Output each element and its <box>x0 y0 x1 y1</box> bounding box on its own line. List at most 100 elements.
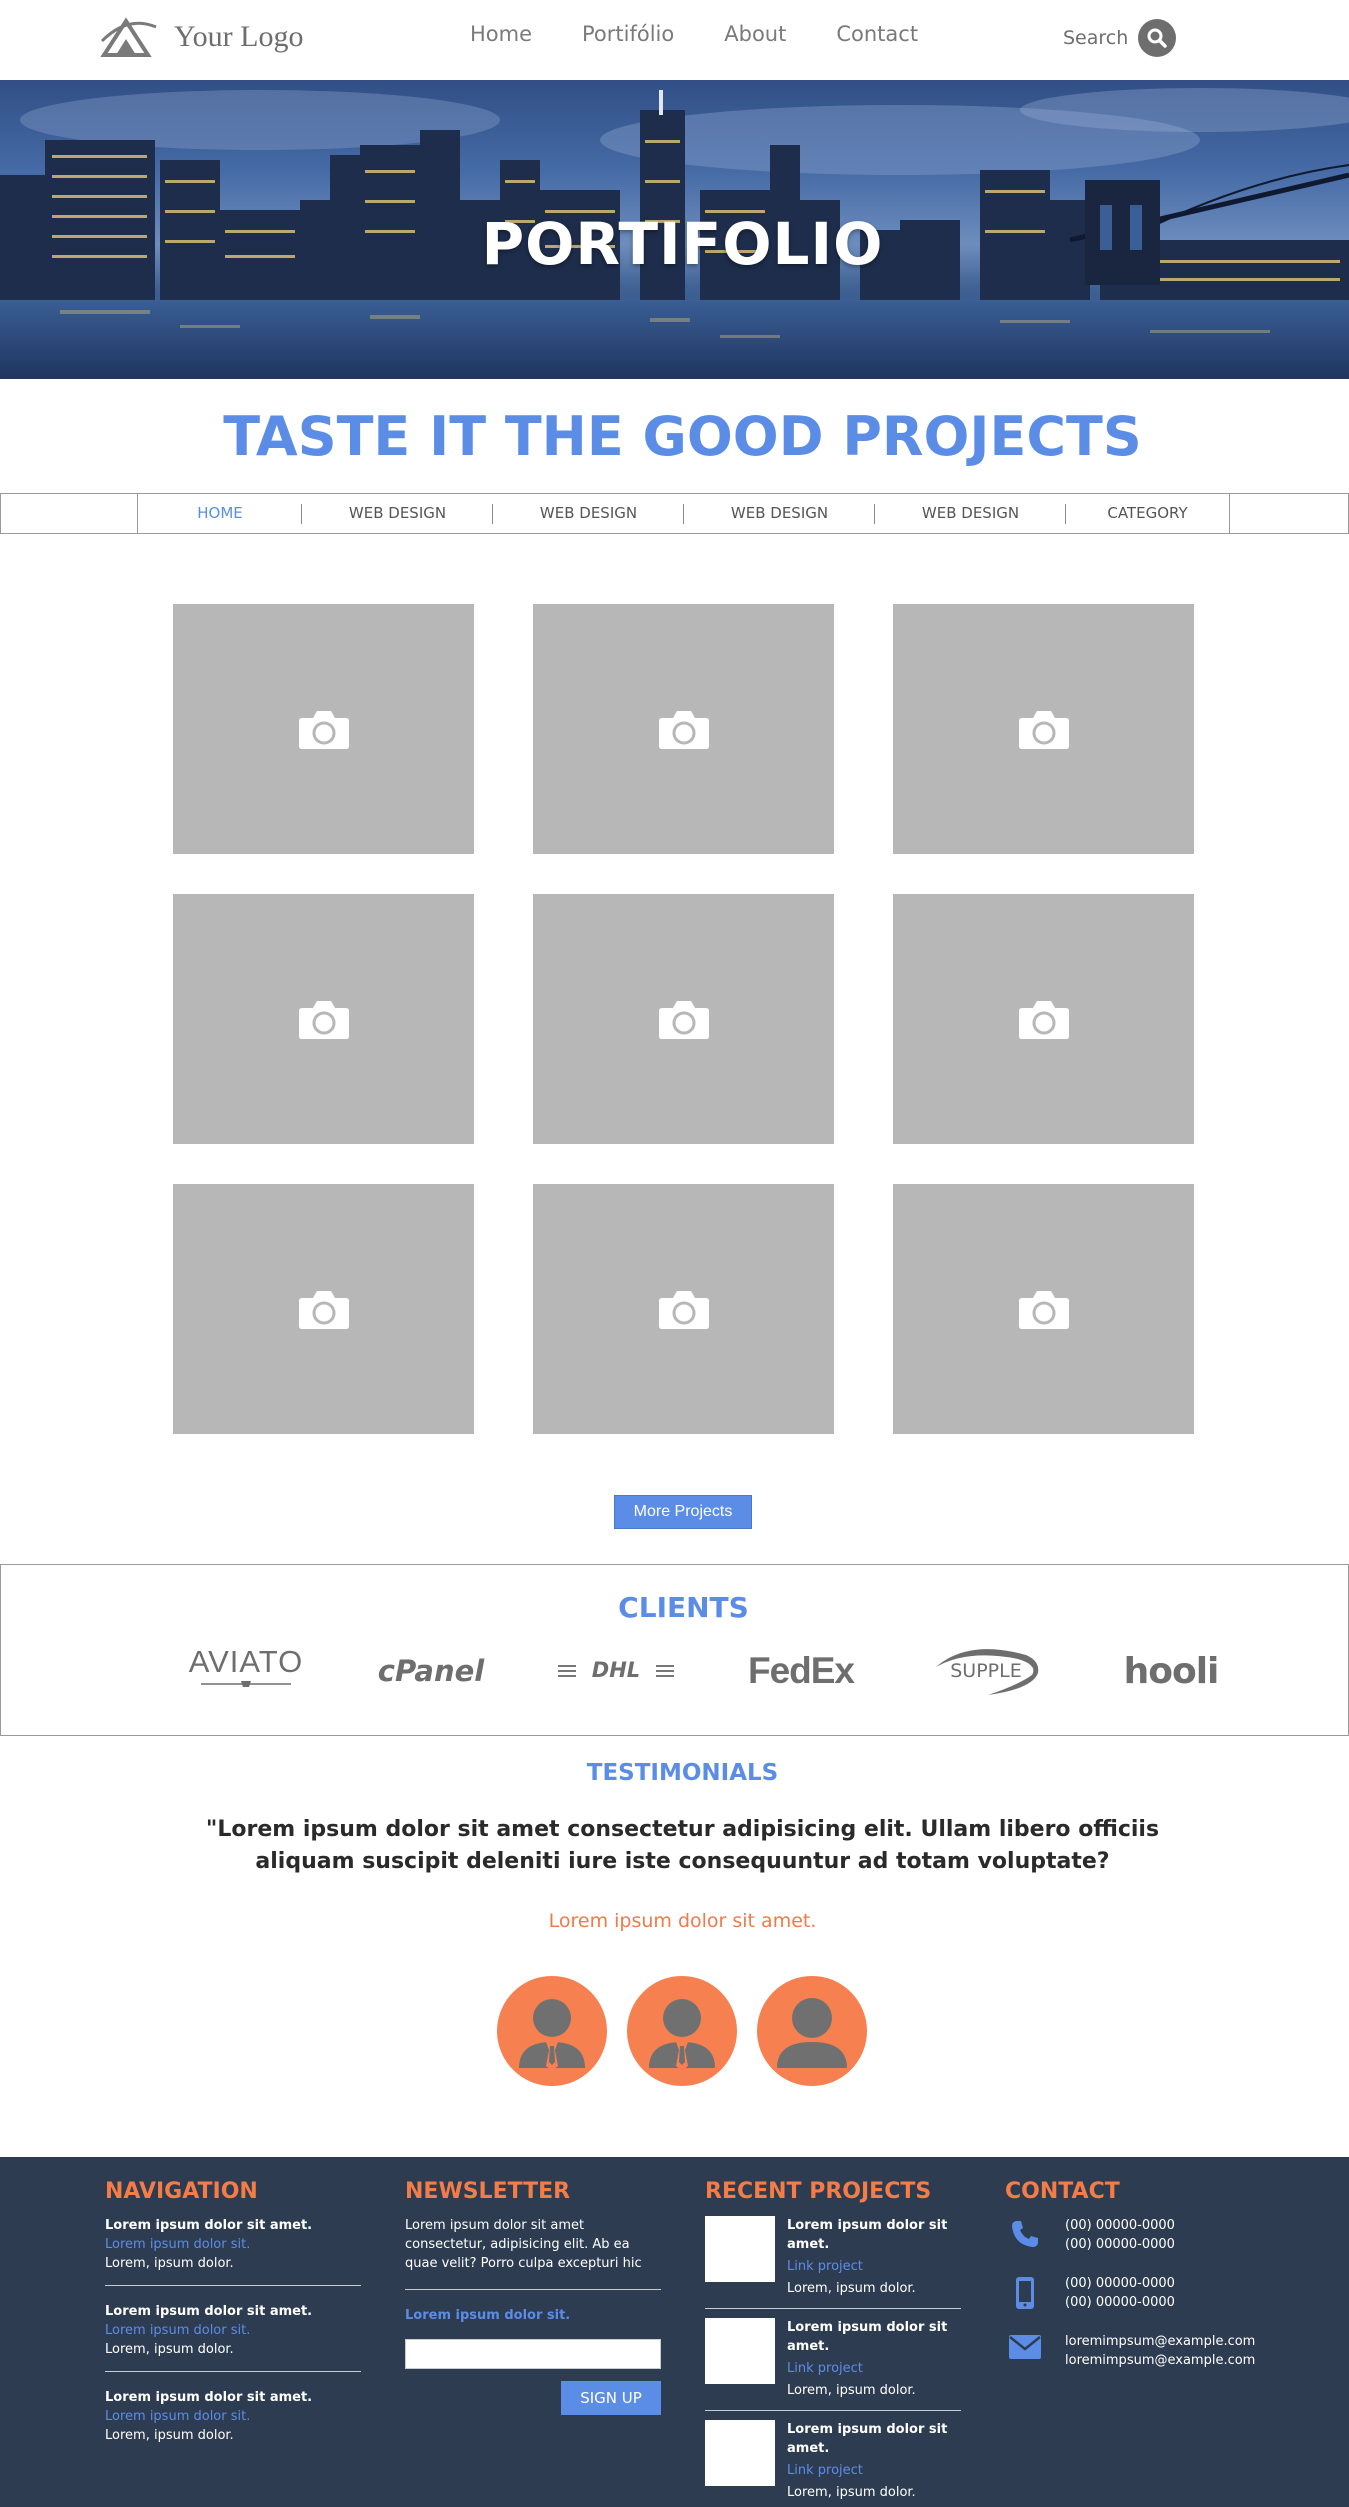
project-tile[interactable] <box>893 894 1194 1144</box>
camera-icon <box>298 1001 349 1039</box>
avatar[interactable] <box>757 1976 867 2086</box>
camera-icon <box>1018 711 1069 749</box>
recent-project-link[interactable]: Link project <box>787 2461 961 2480</box>
client-logo-cpanel[interactable]: cPanel <box>371 1645 491 1697</box>
avatar[interactable] <box>627 1976 737 2086</box>
hero-title: PORTIFOLIO <box>481 210 884 278</box>
newsletter-link[interactable]: Lorem ipsum dolor sit. <box>405 2308 661 2323</box>
nav-portfolio[interactable]: Portifólio <box>582 22 674 46</box>
footer-nav-text: Lorem, ipsum dolor. <box>105 2428 234 2443</box>
project-thumbnail[interactable] <box>705 2420 775 2486</box>
page: Your Logo Home Portifólio About Contact … <box>0 0 1349 2507</box>
project-thumbnail[interactable] <box>705 2318 775 2384</box>
recent-project-item[interactable]: Lorem ipsum dolor sit amet. Link project… <box>705 2420 961 2507</box>
project-tile[interactable] <box>173 894 474 1144</box>
header: Your Logo Home Portifólio About Contact … <box>0 0 1349 80</box>
category-web-design-4[interactable]: WEB DESIGN <box>875 493 1066 532</box>
person-icon <box>649 1999 715 2071</box>
footer-navigation-title: NAVIGATION <box>105 2179 258 2204</box>
contact-phone-line: (00) 00000-0000 <box>1065 2218 1175 2233</box>
airplane-icon <box>201 1681 291 1687</box>
newsletter-email-input[interactable] <box>405 2339 661 2369</box>
person-icon <box>777 1998 847 2068</box>
more-projects-button[interactable]: More Projects <box>614 1495 752 1529</box>
logo[interactable]: Your Logo <box>100 14 320 60</box>
category-label: WEB DESIGN <box>921 503 1020 522</box>
footer-nav-link[interactable]: Lorem ipsum dolor sit. <box>105 2321 361 2340</box>
recent-project-link[interactable]: Link project <box>787 2359 961 2378</box>
category-web-design-1[interactable]: WEB DESIGN <box>302 493 493 532</box>
camera-icon <box>1018 1291 1069 1329</box>
recent-project-item[interactable]: Lorem ipsum dolor sit amet. Link project… <box>705 2216 961 2309</box>
category-label: CATEGORY <box>1107 503 1188 522</box>
client-logo-text: SUPPLE <box>950 1660 1022 1682</box>
contact-email-line[interactable]: loremimpsum@example.com <box>1065 2332 1255 2351</box>
newsletter-text: Lorem ipsum dolor sit amet consectetur, … <box>405 2216 661 2290</box>
category-home[interactable]: HOME <box>138 493 302 532</box>
nav-about[interactable]: About <box>724 22 786 46</box>
contact-mobile-line: (00) 00000-0000 <box>1065 2295 1175 2310</box>
mobile-icon <box>1016 2277 1034 2309</box>
recent-project-link[interactable]: Link project <box>787 2257 961 2276</box>
client-logo-dhl[interactable]: DHL <box>556 1645 676 1697</box>
client-logo-supple[interactable]: SUPPLE <box>926 1645 1046 1697</box>
client-logo-text: DHL <box>576 1657 656 1683</box>
camera-icon <box>658 1291 709 1329</box>
client-logo-text: AVIATO <box>188 1644 304 1679</box>
category-list: HOME WEB DESIGN WEB DESIGN WEB DESIGN WE… <box>137 493 1230 534</box>
footer-nav-link[interactable]: Lorem ipsum dolor sit. <box>105 2407 361 2426</box>
footer-nav-item: Lorem ipsum dolor sit amet. Lorem ipsum … <box>105 2216 361 2286</box>
logo-icon <box>100 17 157 57</box>
footer-nav-item: Lorem ipsum dolor sit amet. Lorem ipsum … <box>105 2388 361 2457</box>
nav-home[interactable]: Home <box>470 22 532 46</box>
search: Search <box>1063 19 1177 57</box>
camera-icon <box>298 1291 349 1329</box>
recent-project-title: Lorem ipsum dolor sit amet. <box>787 2422 948 2456</box>
footer-contact: CONTACT (00) 00000-0000 (00) 00000-0000 … <box>1005 2179 1255 2390</box>
mail-icon <box>1009 2335 1041 2359</box>
contact-email-line[interactable]: loremimpsum@example.com <box>1065 2351 1255 2370</box>
project-tile[interactable] <box>893 604 1194 854</box>
client-logo-hooli[interactable]: hooli <box>1111 1645 1231 1697</box>
project-tile[interactable] <box>533 894 834 1144</box>
project-tile[interactable] <box>533 604 834 854</box>
footer-contact-title: CONTACT <box>1005 2179 1120 2204</box>
recent-project-text: Lorem, ipsum dolor. <box>787 2485 916 2500</box>
person-icon <box>519 1999 585 2071</box>
client-logo-fedex[interactable]: FedEx <box>741 1645 861 1697</box>
footer-recent-projects-title: RECENT PROJECTS <box>705 2179 932 2204</box>
category-category[interactable]: CATEGORY <box>1066 493 1229 532</box>
project-tile[interactable] <box>173 1184 474 1434</box>
search-button[interactable] <box>1138 19 1177 57</box>
contact-phone-line: (00) 00000-0000 <box>1065 2237 1175 2252</box>
footer-nav-text: Lorem, ipsum dolor. <box>105 2256 234 2271</box>
category-label: WEB DESIGN <box>730 503 829 522</box>
client-logo-aviato[interactable]: AVIATO <box>186 1645 306 1697</box>
recent-project-text: Lorem, ipsum dolor. <box>787 2383 916 2398</box>
footer-nav-heading: Lorem ipsum dolor sit amet. <box>105 2218 313 2233</box>
camera-icon <box>1018 1001 1069 1039</box>
camera-icon <box>658 1001 709 1039</box>
contact-email: loremimpsum@example.com loremimpsum@exam… <box>1005 2332 1255 2372</box>
category-label: WEB DESIGN <box>348 503 447 522</box>
project-tile[interactable] <box>173 604 474 854</box>
recent-project-title: Lorem ipsum dolor sit amet. <box>787 2218 948 2252</box>
footer-nav-link[interactable]: Lorem ipsum dolor sit. <box>105 2235 361 2254</box>
recent-project-text: Lorem, ipsum dolor. <box>787 2281 916 2296</box>
avatar[interactable] <box>497 1976 607 2086</box>
project-thumbnail[interactable] <box>705 2216 775 2282</box>
nav-contact[interactable]: Contact <box>836 22 918 46</box>
category-web-design-3[interactable]: WEB DESIGN <box>684 493 875 532</box>
client-logo-text: cPanel <box>377 1654 485 1688</box>
project-tile[interactable] <box>893 1184 1194 1434</box>
footer-navigation: NAVIGATION Lorem ipsum dolor sit amet. L… <box>105 2179 361 2473</box>
camera-icon <box>658 711 709 749</box>
recent-project-item[interactable]: Lorem ipsum dolor sit amet. Link project… <box>705 2318 961 2411</box>
main-nav: Home Portifólio About Contact <box>470 22 968 46</box>
footer: NAVIGATION Lorem ipsum dolor sit amet. L… <box>0 2157 1349 2507</box>
category-web-design-2[interactable]: WEB DESIGN <box>493 493 684 532</box>
footer-nav-item: Lorem ipsum dolor sit amet. Lorem ipsum … <box>105 2302 361 2372</box>
phone-icon <box>1012 2221 1038 2247</box>
project-tile[interactable] <box>533 1184 834 1434</box>
sign-up-button[interactable]: SIGN UP <box>561 2381 661 2415</box>
